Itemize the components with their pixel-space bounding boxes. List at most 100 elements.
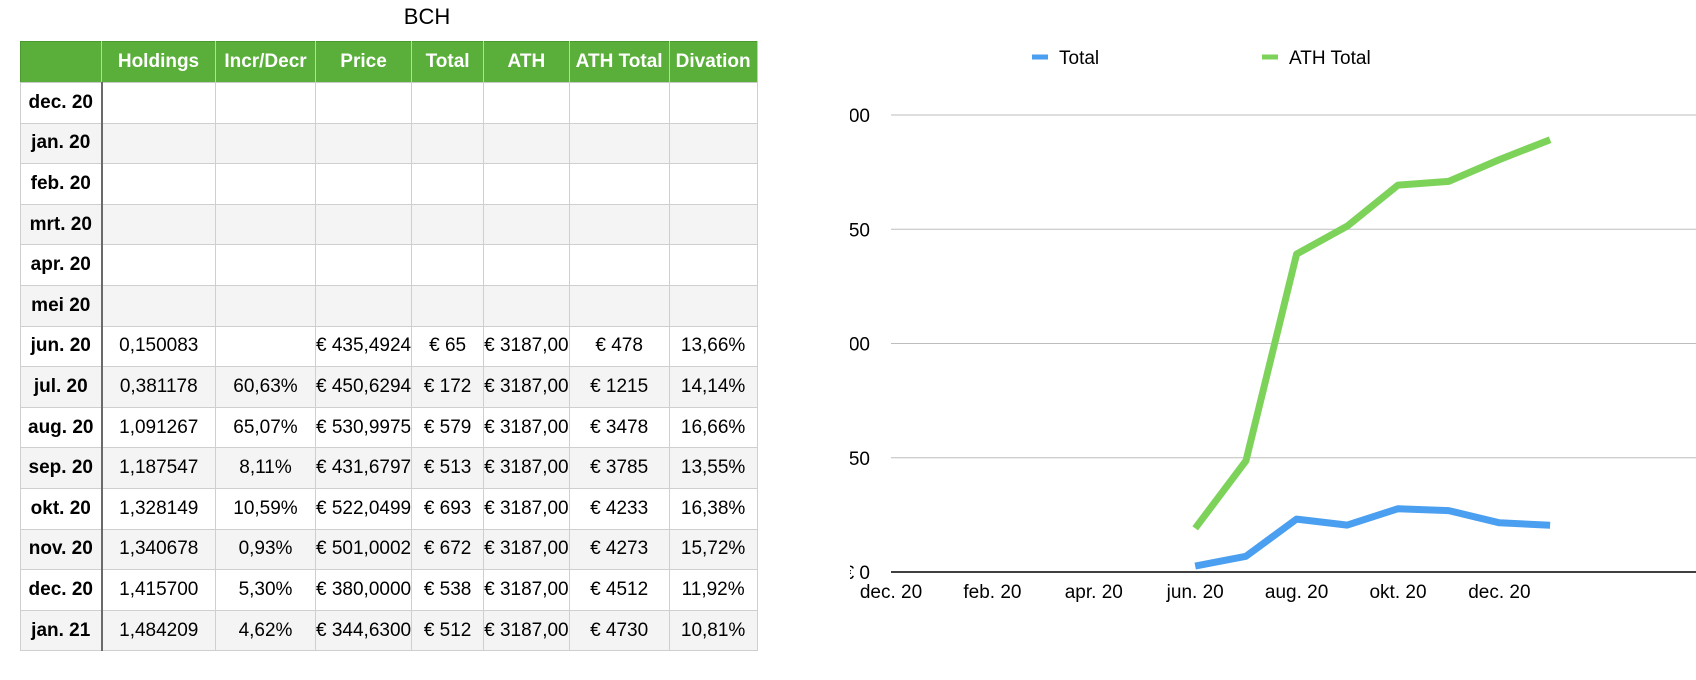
table-row: jan. 21 1,484209 4,62% € 344,6300 € 512 € 318… [20, 609, 758, 652]
table-cell [668, 163, 758, 205]
table-row: apr. 20 [20, 244, 758, 286]
table-cell: 0,150083 [101, 325, 216, 368]
table-cell: 16,66% [668, 406, 758, 449]
row-label: jan. 20 [20, 122, 103, 165]
table-cell: 65,07% [215, 406, 316, 449]
column-header: ATH [483, 41, 570, 83]
table-cell [215, 244, 316, 286]
table-cell [215, 203, 316, 246]
table-cell: 1,091267 [101, 406, 216, 449]
table-header-row: Holdings Incr/Decr Price Total ATH ATH Total D… [20, 41, 758, 83]
table-cell [101, 244, 216, 286]
table-cell: 10,59% [215, 487, 316, 530]
table-cell: 1,340678 [101, 528, 216, 571]
table-cell: € 4512 [568, 569, 670, 611]
table-cell: € 435,4924 [314, 325, 413, 368]
table-cell: € 4273 [568, 528, 670, 571]
table-cell: € 4233 [568, 487, 670, 530]
table-cell: 13,66% [668, 325, 758, 368]
table-cell: 16,38% [668, 487, 758, 530]
row-label: feb. 20 [20, 163, 103, 205]
table-cell: 60,63% [215, 366, 316, 408]
table-cell [568, 244, 670, 286]
table-cell: € 478 [568, 325, 670, 368]
table-cell: € 513 [411, 447, 485, 489]
table-cell: € 380,0000 [314, 569, 413, 611]
table-row: dec. 20 1,415700 5,30% € 380,0000 € 538 € 318… [20, 569, 758, 611]
row-label: nov. 20 [20, 528, 103, 571]
table-cell: € 522,0499 [314, 487, 413, 530]
column-header: Price [314, 41, 413, 83]
table-row: nov. 20 1,340678 0,93% € 501,0002 € 672 € 318… [20, 528, 758, 571]
table-cell [483, 203, 570, 246]
table-cell: 10,81% [668, 609, 758, 652]
table-cell [314, 284, 413, 327]
table-cell [215, 82, 316, 124]
legend-label: Total [1059, 48, 1099, 69]
table-cell: € 672 [411, 528, 485, 571]
y-tick-label: € 5000 [850, 106, 870, 127]
table-cell [215, 325, 316, 368]
table-cell: € 693 [411, 487, 485, 530]
y-tick-label: € 1250 [850, 449, 870, 470]
table-cell: € 3187,00 [483, 569, 570, 611]
table-cell: € 538 [411, 569, 485, 611]
table-cell: € 450,6294 [314, 366, 413, 408]
row-label: mrt. 20 [20, 203, 103, 246]
table-cell: € 3187,00 [483, 406, 570, 449]
column-header: Divation [668, 41, 758, 83]
table-cell: 0,381178 [101, 366, 216, 408]
x-tick-label: dec. 20 [860, 582, 922, 603]
line-chart-svg: € 0 € 1250 € 2500 € 3750 € 5000 dec. 20 feb. 2… [850, 48, 1696, 603]
series-line-ath-total [1192, 136, 1552, 531]
table-cell: € 530,9975 [314, 406, 413, 449]
x-tick-label: okt. 20 [1369, 582, 1426, 603]
table-body: dec. 20 jan. 20 feb. 20 mrt. 20 apr. 20 mei 2… [20, 82, 758, 652]
table-cell [411, 244, 485, 286]
column-header: Holdings [101, 41, 216, 83]
table-cell [101, 82, 216, 124]
table-cell: € 172 [411, 366, 485, 408]
table-title: BCH [403, 4, 451, 29]
y-tick-label: € 3750 [850, 220, 870, 241]
table-cell [314, 122, 413, 165]
table-cell [101, 122, 216, 165]
series-line-total [1194, 505, 1551, 570]
table-cell: 0,93% [215, 528, 316, 571]
table-cell [314, 163, 413, 205]
table-row: sep. 20 1,187547 8,11% € 431,6797 € 513 € 318… [20, 447, 758, 489]
table-row: feb. 20 [20, 163, 758, 205]
table-cell [568, 203, 670, 246]
table-cell [314, 244, 413, 286]
y-tick-label: € 2500 [850, 335, 870, 356]
table-cell: 11,92% [668, 569, 758, 611]
table-cell [483, 163, 570, 205]
table-cell [568, 82, 670, 124]
table-cell [101, 284, 216, 327]
table-cell: € 512 [411, 609, 485, 652]
column-header: Incr/Decr [215, 41, 316, 83]
table-cell [411, 82, 485, 124]
table-cell: € 3187,00 [483, 609, 570, 652]
table-cell: € 3187,00 [483, 366, 570, 408]
table-cell: 1,484209 [101, 609, 216, 652]
table-cell: € 3478 [568, 406, 670, 449]
table-cell: 1,187547 [101, 447, 216, 489]
table-row: mrt. 20 [20, 203, 758, 246]
x-tick-label: feb. 20 [963, 582, 1021, 603]
table-cell: 8,11% [215, 447, 316, 489]
x-tick-label: apr. 20 [1065, 582, 1123, 603]
table-cell: € 579 [411, 406, 485, 449]
table-cell [215, 122, 316, 165]
row-label: jul. 20 [20, 366, 103, 408]
row-label: dec. 20 [20, 82, 103, 124]
table-cell [668, 122, 758, 165]
table-cell [483, 244, 570, 286]
table-row: dec. 20 [20, 82, 758, 124]
table-cell [215, 284, 316, 327]
table-cell: € 431,6797 [314, 447, 413, 489]
table-cell: 4,62% [215, 609, 316, 652]
table-cell: € 3187,00 [483, 447, 570, 489]
table-cell [411, 122, 485, 165]
table-cell [215, 163, 316, 205]
